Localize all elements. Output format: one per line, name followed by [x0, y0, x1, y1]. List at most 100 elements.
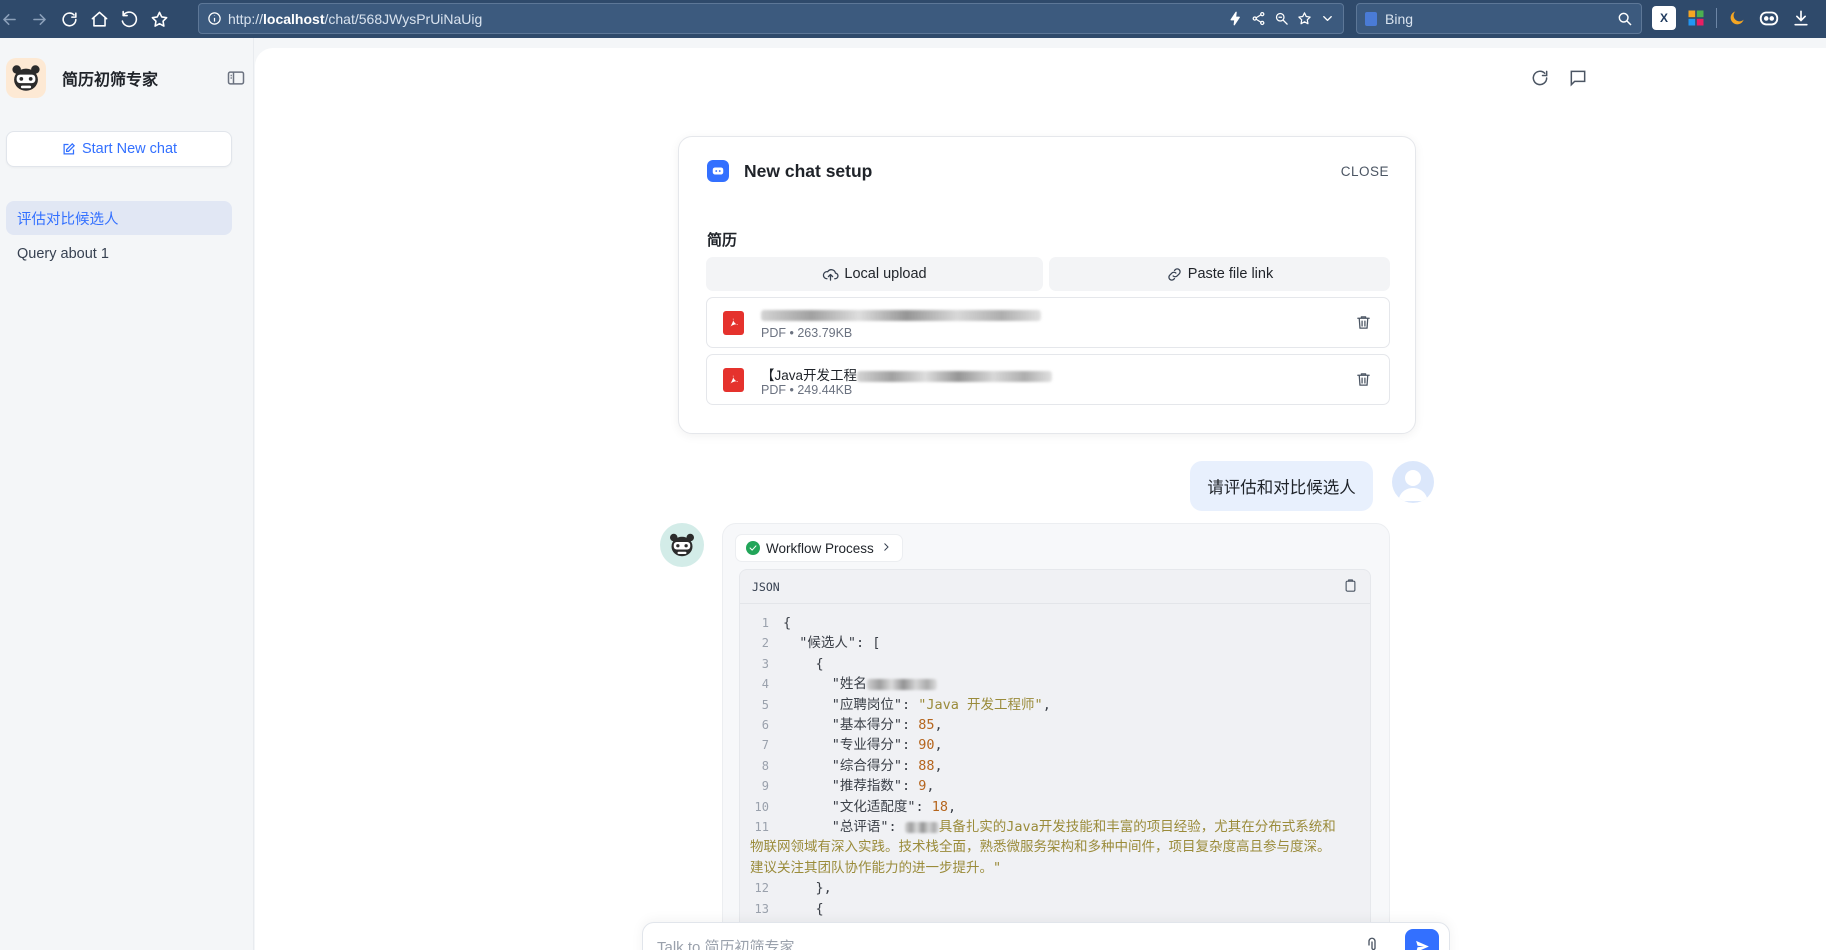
favorite-icon[interactable] — [1297, 11, 1312, 26]
sidebar: 简历初筛专家 Start New chat 评估对比候选人 Query abou… — [0, 38, 254, 950]
forward-button[interactable] — [24, 4, 54, 34]
delete-file-button[interactable] — [1355, 314, 1372, 336]
bot-badge-icon — [707, 160, 729, 182]
app-name: 简历初筛专家 — [62, 72, 159, 89]
search-icon[interactable] — [1617, 11, 1633, 27]
history-item-evaluate-candidates[interactable]: 评估对比候选人 — [6, 201, 232, 235]
lightning-icon[interactable] — [1228, 11, 1243, 26]
file-name — [761, 307, 1041, 322]
address-bar[interactable]: http://localhost/chat/568JWysPrUiNaUig — [198, 3, 1344, 34]
undo-close-tab-button[interactable] — [114, 4, 144, 34]
chat-input[interactable] — [657, 935, 1357, 950]
assistant-icon[interactable] — [1757, 6, 1781, 30]
setup-title: New chat setup — [744, 160, 873, 181]
sidebar-panel-icon — [227, 71, 245, 85]
browser-toolbar: http://localhost/chat/568JWysPrUiNaUig B… — [0, 0, 1826, 38]
file-meta: PDF • 263.79KB — [761, 326, 853, 340]
share-icon[interactable] — [1251, 11, 1266, 26]
app-header: 简历初筛专家 — [6, 56, 246, 100]
history-item-label: 评估对比候选人 — [17, 211, 119, 228]
zoom-icon[interactable] — [1274, 11, 1289, 26]
local-upload-button[interactable]: Local upload — [706, 257, 1043, 291]
app-logo — [6, 58, 46, 98]
url-text: http://localhost/chat/568JWysPrUiNaUig — [228, 10, 483, 27]
json-key: "应聘岗位": — [783, 696, 919, 713]
bookmark-button[interactable] — [144, 4, 174, 34]
line-number: 4 — [761, 677, 769, 692]
reload-button[interactable] — [54, 4, 84, 34]
browser-search-box[interactable]: Bing — [1356, 3, 1642, 34]
code-line: 2 "候选人": [ — [740, 633, 1370, 653]
chat-input-bar — [642, 922, 1450, 950]
code-line: 4 "姓名 — [740, 674, 1370, 694]
search-engine-label: Bing — [1385, 10, 1414, 27]
code-token: "候选人": [ — [783, 635, 881, 652]
json-code-block: JSON 1{2 "候选人": [3 {4 "姓名 5 "应聘岗位": "Java… — [739, 569, 1371, 950]
line-number: 10 — [754, 799, 769, 814]
arrow-left-icon — [2, 13, 16, 25]
home-icon — [91, 11, 107, 27]
code-text: { — [783, 899, 824, 919]
download-icon[interactable] — [1789, 6, 1813, 30]
json-number: 88 — [918, 757, 935, 774]
code-token: , — [926, 778, 935, 795]
json-key: "总评语": — [783, 819, 905, 836]
back-button[interactable] — [0, 4, 24, 34]
night-mode-icon[interactable] — [1725, 6, 1749, 30]
home-button[interactable] — [84, 4, 114, 34]
bot-avatar — [660, 523, 704, 567]
copy-code-button[interactable] — [1343, 578, 1358, 596]
local-upload-label: Local upload — [844, 266, 927, 282]
user-message-text: 请评估和对比候选人 — [1207, 479, 1356, 497]
code-token: "姓名 — [783, 676, 867, 693]
chat-actions — [1530, 68, 1588, 88]
file-item: 【Java开发工程 PDF • 249.44KB — [706, 354, 1390, 405]
code-text: "姓名 — [783, 674, 937, 694]
code-text: "总评语": 具备扎实的Java开发技能和丰富的项目经验，尤其在分布式系统和 — [783, 817, 1336, 837]
paste-file-link-button[interactable]: Paste file link — [1049, 257, 1390, 291]
refresh-icon[interactable] — [1530, 68, 1550, 88]
workflow-process-toggle[interactable]: Workflow Process — [735, 534, 903, 562]
line-number: 11 — [754, 820, 769, 835]
history-item-label: Query about 1 — [17, 246, 109, 262]
chevron-down-icon[interactable] — [1320, 11, 1335, 26]
bing-icon — [1365, 11, 1377, 26]
edit-icon — [63, 142, 75, 154]
line-number: 3 — [761, 656, 769, 671]
arrow-right-icon — [32, 13, 46, 25]
extension-x-icon[interactable]: X — [1652, 6, 1676, 30]
sidebar-toggle-button[interactable] — [226, 68, 246, 88]
history-item-query-about-1[interactable]: Query about 1 — [6, 237, 232, 271]
reload-icon — [61, 11, 77, 27]
line-number: 5 — [761, 697, 769, 712]
json-number: 90 — [918, 737, 935, 754]
setup-header: New chat setup CLOSE — [707, 157, 1389, 185]
send-button[interactable] — [1405, 929, 1439, 950]
code-token: , — [934, 717, 943, 734]
code-wrapped-line: 物联网领域有深入实践。技术栈全面，熟悉微服务架构和多种中间件，项目复杂度高且参与… — [750, 839, 1331, 856]
paperclip-icon — [1368, 937, 1376, 950]
close-setup-button[interactable]: CLOSE — [1341, 164, 1389, 179]
paste-file-link-label: Paste file link — [1187, 266, 1274, 282]
delete-file-button[interactable] — [1355, 371, 1372, 393]
redacted-text — [866, 678, 937, 690]
json-key: "专业得分": — [783, 737, 919, 754]
code-text: "文化适配度": 18, — [783, 797, 956, 817]
redacted-text — [857, 370, 1053, 382]
extension-grid-icon[interactable] — [1684, 6, 1708, 30]
code-line: 9 "推荐指数": 9, — [740, 776, 1370, 796]
code-line: 7 "专业得分": 90, — [740, 735, 1370, 755]
workflow-label: Workflow Process — [766, 540, 874, 556]
code-text: "专业得分": 90, — [783, 735, 943, 755]
code-line: 13 { — [740, 899, 1370, 919]
code-token: { — [783, 615, 792, 631]
code-content: 1{2 "候选人": [3 {4 "姓名 5 "应聘岗位": "Java 开发工程… — [740, 604, 1370, 919]
pdf-file-icon — [723, 311, 744, 335]
line-number: 8 — [761, 758, 769, 773]
start-new-chat-button[interactable]: Start New chat — [6, 131, 232, 167]
bear-robot-icon — [670, 533, 694, 557]
attach-file-button[interactable] — [1363, 936, 1381, 950]
trash-icon — [1357, 373, 1370, 386]
toolbar-divider — [1716, 8, 1717, 28]
feedback-icon[interactable] — [1568, 68, 1588, 88]
